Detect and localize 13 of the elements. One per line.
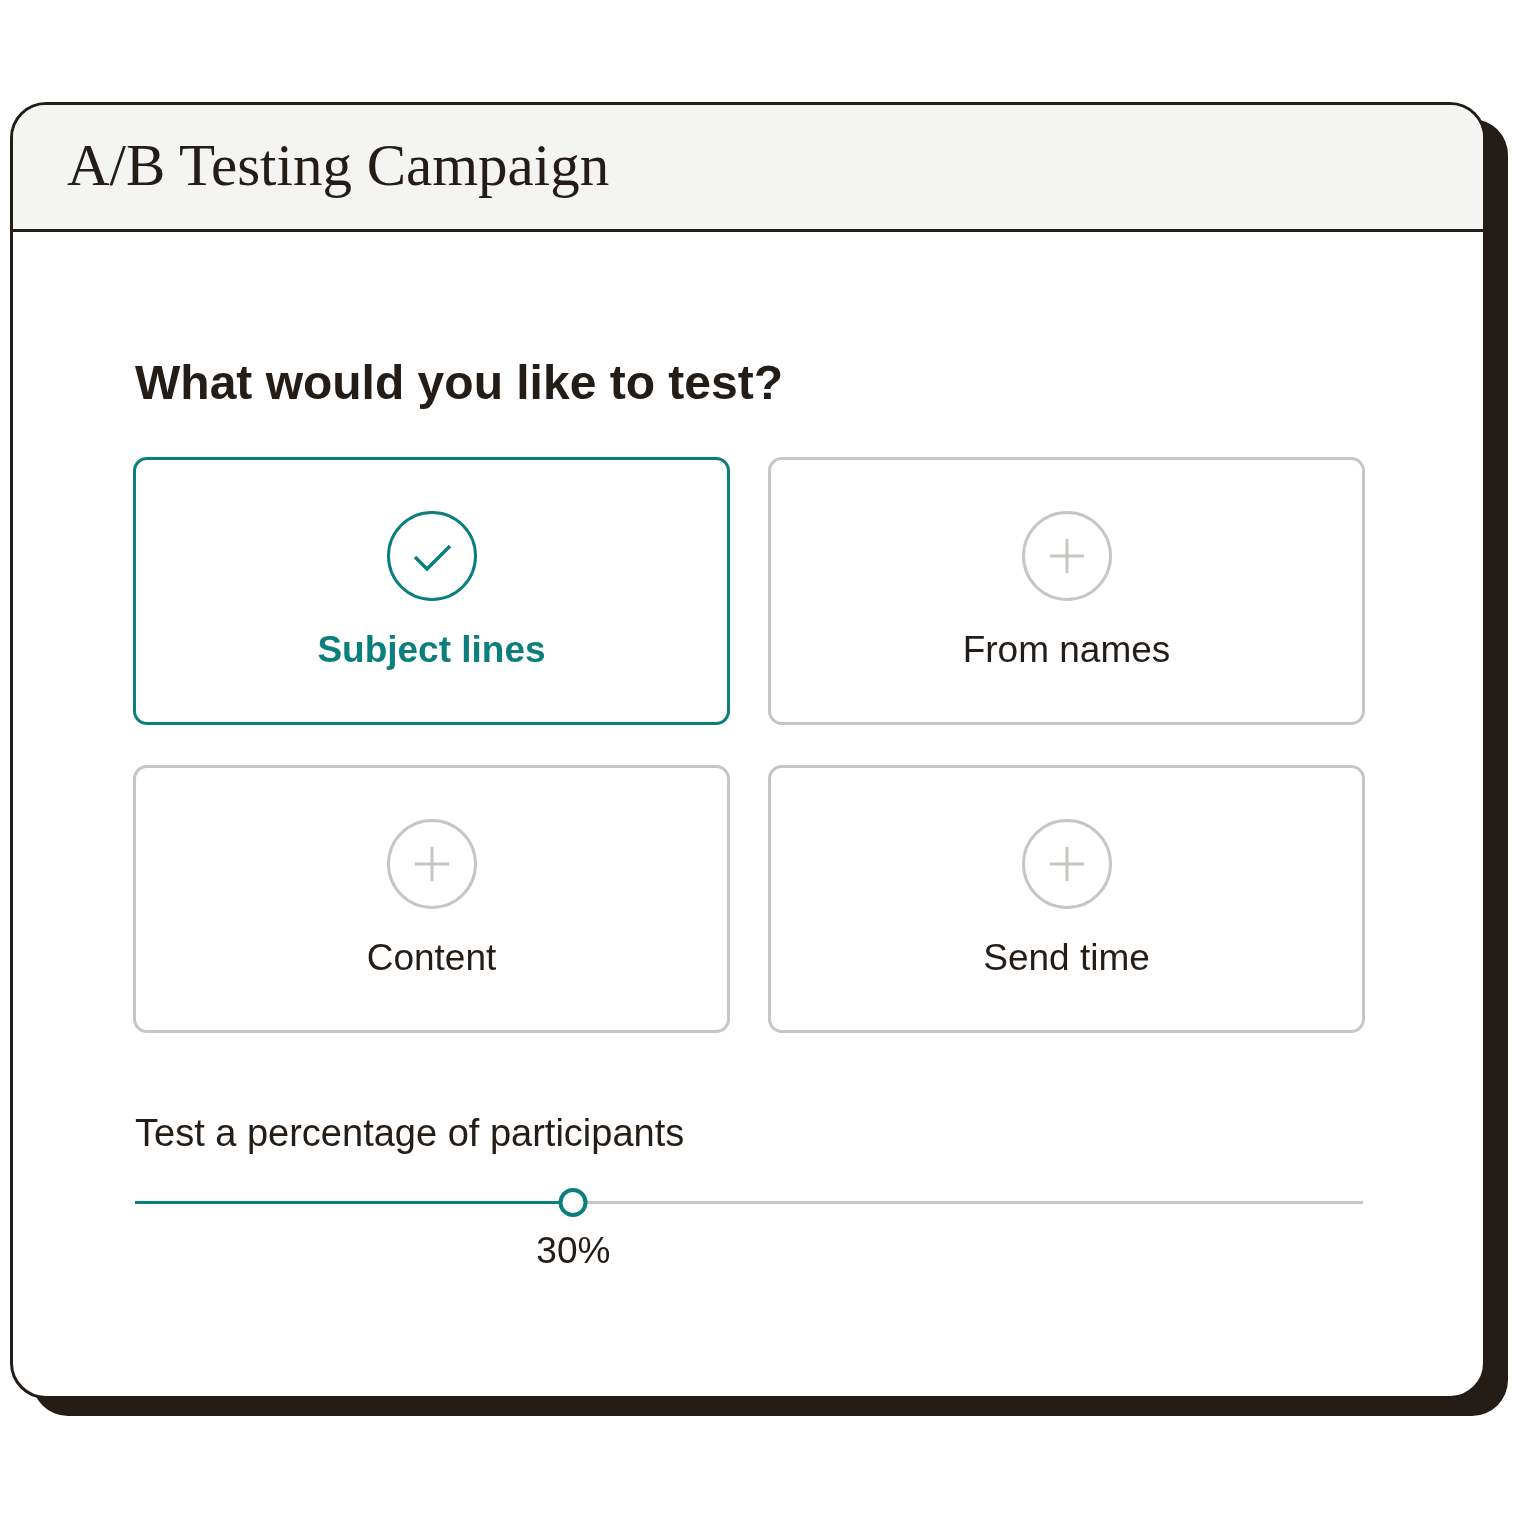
slider-thumb[interactable]	[558, 1188, 588, 1217]
slider-value: 30%	[536, 1229, 611, 1272]
question-heading: What would you like to test?	[135, 355, 784, 410]
plus-circle-icon	[386, 819, 477, 909]
plus-circle-icon	[1021, 511, 1112, 601]
option-card[interactable]: From names	[768, 457, 1365, 725]
plus-circle-icon	[1021, 819, 1112, 909]
slider-label: Test a percentage of participants	[135, 1111, 685, 1155]
option-card[interactable]: Content	[133, 765, 730, 1033]
option-card[interactable]: Send time	[768, 765, 1365, 1033]
option-card[interactable]: Subject lines	[133, 457, 730, 725]
window-title: A/B Testing Campaign	[67, 132, 610, 198]
check-circle-icon	[386, 511, 477, 601]
